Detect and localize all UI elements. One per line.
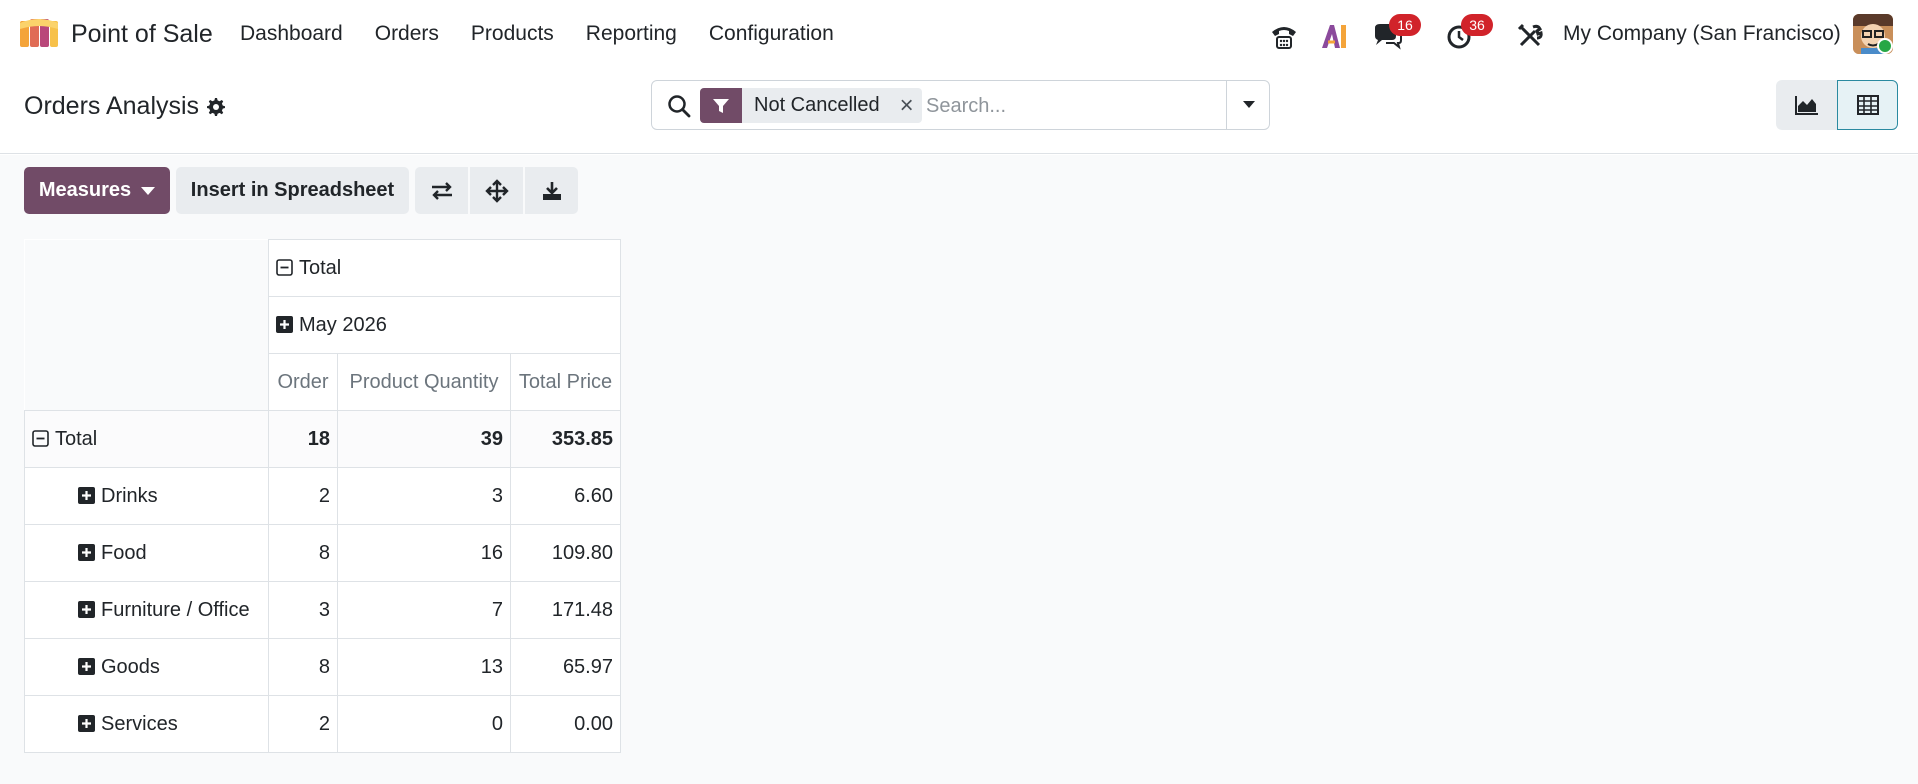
row-header-label: Food (101, 541, 147, 564)
caret-down-icon (141, 186, 156, 195)
cell-value[interactable]: 3 (268, 581, 338, 639)
measure-header-product-quantity[interactable]: Product Quantity (337, 353, 511, 411)
row-header-label: Furniture / Office (101, 598, 250, 621)
table-row: Drinks 2 3 6.60 (24, 467, 621, 525)
menu-dashboard[interactable]: Dashboard (240, 22, 343, 46)
activities-badge: 36 (1461, 14, 1493, 36)
top-navbar: Point of Sale Dashboard Orders Products … (0, 0, 1918, 69)
filter-facet-label: Not Cancelled (754, 94, 880, 116)
row-header-services[interactable]: Services (24, 695, 269, 753)
page-title: Orders Analysis (24, 92, 200, 120)
expand-icon (276, 315, 293, 333)
collapse-icon (276, 258, 293, 276)
cell-value[interactable]: 13 (337, 638, 511, 696)
graph-view-button[interactable] (1776, 80, 1837, 130)
menu-configuration[interactable]: Configuration (709, 22, 834, 46)
pivot-table: Total May 2026 Order Product Quantity To… (24, 239, 621, 753)
expand-icon (78, 543, 95, 561)
measures-label: Measures (38, 179, 132, 201)
cell-value[interactable]: 109.80 (510, 524, 621, 582)
pivot-content: Measures Insert in Spreadsheet Total May… (0, 155, 1918, 784)
messages-badge: 16 (1389, 14, 1421, 36)
cell-value[interactable]: 171.48 (510, 581, 621, 639)
flip-axis-button[interactable] (415, 167, 468, 214)
measures-button[interactable]: Measures (24, 167, 170, 214)
cell-value[interactable]: 16 (337, 524, 511, 582)
gear-icon[interactable] (206, 97, 226, 117)
measure-header-total-price[interactable]: Total Price (510, 353, 621, 411)
row-header-drinks[interactable]: Drinks (24, 467, 269, 525)
cell-value[interactable]: 18 (268, 410, 338, 468)
caret-down-icon (1242, 101, 1255, 108)
tools-icon[interactable] (1514, 20, 1546, 52)
collapse-icon (32, 429, 49, 447)
pivot-corner (24, 239, 269, 411)
exchange-icon (431, 181, 452, 200)
expand-all-button[interactable] (470, 167, 523, 214)
app-name[interactable]: Point of Sale (71, 20, 213, 49)
menu-reporting[interactable]: Reporting (586, 22, 677, 46)
pivot-view-button[interactable] (1837, 80, 1898, 130)
col-header-total[interactable]: Total (268, 239, 621, 297)
remove-facet-close-icon[interactable]: × (892, 88, 922, 123)
row-header-label: Services (101, 712, 178, 735)
search-icon[interactable] (666, 93, 692, 119)
cell-value[interactable]: 0 (337, 695, 511, 753)
filter-facet: Not Cancelled × (700, 88, 922, 123)
expand-icon (78, 657, 95, 675)
table-row: Total 18 39 353.85 (24, 410, 621, 468)
area-chart-icon (1794, 96, 1818, 115)
menu-products[interactable]: Products (471, 22, 554, 46)
row-header-total-label: Total (55, 427, 98, 450)
row-header-total[interactable]: Total (24, 410, 269, 468)
view-switcher (1776, 80, 1898, 130)
cell-value[interactable]: 8 (268, 638, 338, 696)
table-icon (1856, 95, 1879, 115)
pivot-actions-group (415, 167, 578, 214)
row-header-furniture-office[interactable]: Furniture / Office (24, 581, 269, 639)
cell-value[interactable]: 3 (337, 467, 511, 525)
search-input[interactable] (926, 89, 1206, 123)
download-icon (542, 181, 561, 200)
table-row: Services 2 0 0.00 (24, 695, 621, 753)
expand-icon (78, 486, 95, 504)
filter-icon (700, 88, 742, 123)
search-bar: Not Cancelled × (651, 80, 1270, 130)
expand-icon (78, 600, 95, 618)
col-header-month-label: May 2026 (299, 313, 387, 336)
cell-value[interactable]: 353.85 (510, 410, 621, 468)
row-header-label: Goods (101, 655, 160, 678)
cell-value[interactable]: 2 (268, 467, 338, 525)
control-panel: Orders Analysis Not Cancelled × (0, 69, 1918, 154)
cell-value[interactable]: 8 (268, 524, 338, 582)
col-header-month[interactable]: May 2026 (268, 296, 621, 354)
cell-value[interactable]: 0.00 (510, 695, 621, 753)
main-menu: Dashboard Orders Products Reporting Conf… (240, 22, 866, 46)
menu-orders[interactable]: Orders (375, 22, 439, 46)
table-row: Food 8 16 109.80 (24, 524, 621, 582)
table-row: Furniture / Office 3 7 171.48 (24, 581, 621, 639)
row-header-label: Drinks (101, 484, 158, 507)
arrows-move-icon (484, 178, 509, 203)
cell-value[interactable]: 65.97 (510, 638, 621, 696)
table-row: Goods 8 13 65.97 (24, 638, 621, 696)
row-header-goods[interactable]: Goods (24, 638, 269, 696)
cell-value[interactable]: 2 (268, 695, 338, 753)
search-options-toggle[interactable] (1226, 81, 1270, 129)
download-button[interactable] (525, 167, 578, 214)
cell-value[interactable]: 39 (337, 410, 511, 468)
online-status-dot (1877, 38, 1893, 54)
col-header-total-label: Total (299, 256, 342, 279)
phone-icon[interactable] (1268, 20, 1300, 52)
measure-header-order[interactable]: Order (268, 353, 338, 411)
expand-icon (78, 714, 95, 732)
cell-value[interactable]: 7 (337, 581, 511, 639)
row-header-food[interactable]: Food (24, 524, 269, 582)
point-of-sale-logo-icon[interactable] (19, 17, 59, 49)
pivot-toolbar: Measures Insert in Spreadsheet (24, 167, 578, 214)
company-switcher[interactable]: My Company (San Francisco) (1563, 22, 1841, 46)
ai-icon[interactable] (1318, 20, 1350, 52)
insert-in-spreadsheet-button[interactable]: Insert in Spreadsheet (176, 167, 409, 214)
cell-value[interactable]: 6.60 (510, 467, 621, 525)
